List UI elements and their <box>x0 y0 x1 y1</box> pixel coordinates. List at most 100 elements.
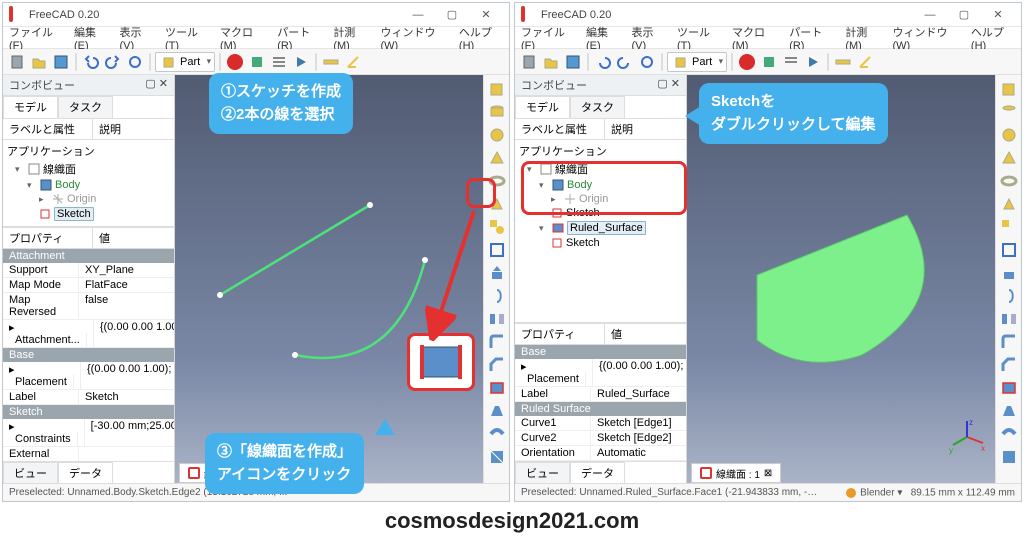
open-icon[interactable] <box>29 52 49 72</box>
part-cone-icon[interactable] <box>999 148 1019 168</box>
part-builder-icon[interactable] <box>999 240 1019 260</box>
part-revolve-icon[interactable] <box>999 286 1019 306</box>
nav-style-label[interactable]: Blender <box>860 487 894 498</box>
menu-window[interactable]: ウィンドウ(W) <box>380 24 446 52</box>
part-cone-icon[interactable] <box>487 148 507 168</box>
part-sphere-icon[interactable] <box>487 125 507 145</box>
part-extrude-icon[interactable] <box>487 263 507 283</box>
tree-sketch-node[interactable]: Sketch <box>515 236 686 250</box>
macro-stop-icon[interactable] <box>247 52 267 72</box>
part-mirror-icon[interactable] <box>487 309 507 329</box>
workbench-selector[interactable]: Part <box>155 52 215 72</box>
menu-tools[interactable]: ツール(T) <box>677 24 720 52</box>
tree-body-node[interactable]: ▾Body <box>3 178 174 192</box>
part-sphere-icon[interactable] <box>999 125 1019 145</box>
save-icon[interactable] <box>51 52 71 72</box>
tree-origin-node[interactable]: ▸Origin <box>3 192 174 206</box>
table-row[interactable]: Curve1Sketch [Edge1] <box>515 416 686 431</box>
tab-data[interactable]: データ <box>58 462 113 483</box>
measure-angle-icon[interactable] <box>855 52 875 72</box>
undo-icon[interactable] <box>593 52 613 72</box>
menu-macro[interactable]: マクロ(M) <box>220 24 265 52</box>
menu-file[interactable]: ファイル(F) <box>9 24 62 52</box>
tab-model[interactable]: モデル <box>515 96 570 118</box>
tree-app-node[interactable]: アプリケーション <box>515 142 686 160</box>
part-section-icon[interactable] <box>999 447 1019 467</box>
part-fillet-icon[interactable] <box>487 332 507 352</box>
part-extrude-icon[interactable] <box>999 263 1019 283</box>
minimize-button[interactable]: — <box>401 4 435 26</box>
part-primitives-icon[interactable] <box>487 217 507 237</box>
table-row[interactable]: LabelSketch <box>3 390 174 405</box>
measure-linear-icon[interactable] <box>833 52 853 72</box>
macro-play-icon[interactable] <box>803 52 823 72</box>
refresh-icon[interactable] <box>125 52 145 72</box>
new-icon[interactable] <box>7 52 27 72</box>
measure-angle-icon[interactable] <box>343 52 363 72</box>
menu-window[interactable]: ウィンドウ(W) <box>892 24 958 52</box>
measure-linear-icon[interactable] <box>321 52 341 72</box>
tab-model[interactable]: モデル <box>3 96 58 118</box>
menu-view[interactable]: 表示(V) <box>120 24 154 52</box>
menu-file[interactable]: ファイル(F) <box>521 24 574 52</box>
table-row[interactable]: Curve2Sketch [Edge2] <box>515 431 686 446</box>
tab-view[interactable]: ビュー <box>3 462 58 483</box>
part-prism-icon[interactable] <box>999 194 1019 214</box>
menu-edit[interactable]: 編集(E) <box>586 24 620 52</box>
menu-tools[interactable]: ツール(T) <box>165 24 208 52</box>
part-loft-icon[interactable] <box>999 401 1019 421</box>
table-row[interactable]: LabelRuled_Surface <box>515 387 686 402</box>
macro-record-icon[interactable] <box>737 52 757 72</box>
tree-doc-node[interactable]: ▾線織面 <box>3 160 174 178</box>
close-button[interactable]: ✕ <box>469 4 503 26</box>
redo-icon[interactable] <box>615 52 635 72</box>
document-tab[interactable]: 線織面 : 1 ⊠ <box>691 463 781 483</box>
menu-view[interactable]: 表示(V) <box>632 24 666 52</box>
part-chamfer-icon[interactable] <box>487 355 507 375</box>
tab-close-icon[interactable]: ⊠ <box>764 468 772 479</box>
maximize-button[interactable]: ▢ <box>947 4 981 26</box>
maximize-button[interactable]: ▢ <box>435 4 469 26</box>
part-torus-icon[interactable] <box>999 171 1019 191</box>
part-cylinder-icon[interactable] <box>487 102 507 122</box>
part-primitives-icon[interactable] <box>999 217 1019 237</box>
part-chamfer-icon[interactable] <box>999 355 1019 375</box>
part-loft-icon[interactable] <box>487 401 507 421</box>
menu-macro[interactable]: マクロ(M) <box>732 24 777 52</box>
tab-view[interactable]: ビュー <box>515 462 570 483</box>
panel-close-icon[interactable]: ▢ ✕ <box>657 77 680 93</box>
part-ruled-surface-icon[interactable] <box>999 378 1019 398</box>
menu-edit[interactable]: 編集(E) <box>74 24 108 52</box>
part-cube-icon[interactable] <box>487 79 507 99</box>
part-builder-icon[interactable] <box>487 240 507 260</box>
open-icon[interactable] <box>541 52 561 72</box>
part-ruled-surface-icon[interactable] <box>487 378 507 398</box>
macro-play-icon[interactable] <box>291 52 311 72</box>
menu-part[interactable]: パート(R) <box>277 24 321 52</box>
workbench-selector[interactable]: Part <box>667 52 727 72</box>
table-row[interactable]: SupportXY_Plane <box>3 263 174 278</box>
part-section-icon[interactable] <box>487 447 507 467</box>
tree-sketch-node[interactable]: Sketch <box>3 206 174 222</box>
table-row[interactable]: ▸ Attachment...{(0.00 0.00 1.00); ... <box>3 320 174 348</box>
close-button[interactable]: ✕ <box>981 4 1015 26</box>
table-row[interactable]: OrientationAutomatic <box>515 446 686 461</box>
table-row[interactable]: Map ModeFlatFace <box>3 278 174 293</box>
part-cube-icon[interactable] <box>999 79 1019 99</box>
tab-task[interactable]: タスク <box>58 96 113 118</box>
table-row[interactable]: External Ge... <box>3 447 174 461</box>
macro-list-icon[interactable] <box>269 52 289 72</box>
undo-icon[interactable] <box>81 52 101 72</box>
macro-list-icon[interactable] <box>781 52 801 72</box>
panel-close-icon[interactable]: ▢ ✕ <box>145 77 168 93</box>
tree-app-node[interactable]: アプリケーション <box>3 142 174 160</box>
macro-record-icon[interactable] <box>225 52 245 72</box>
save-icon[interactable] <box>563 52 583 72</box>
tab-task[interactable]: タスク <box>570 96 625 118</box>
part-cylinder-icon[interactable] <box>999 102 1019 122</box>
table-row[interactable]: ▸ Constraints[-30.00 mm;25.00... <box>3 419 174 447</box>
table-row[interactable]: ▸ Placement{(0.00 0.00 1.00); ... <box>3 362 174 390</box>
part-revolve-icon[interactable] <box>487 286 507 306</box>
menu-help[interactable]: ヘルプ(H) <box>971 24 1015 52</box>
minimize-button[interactable]: — <box>913 4 947 26</box>
